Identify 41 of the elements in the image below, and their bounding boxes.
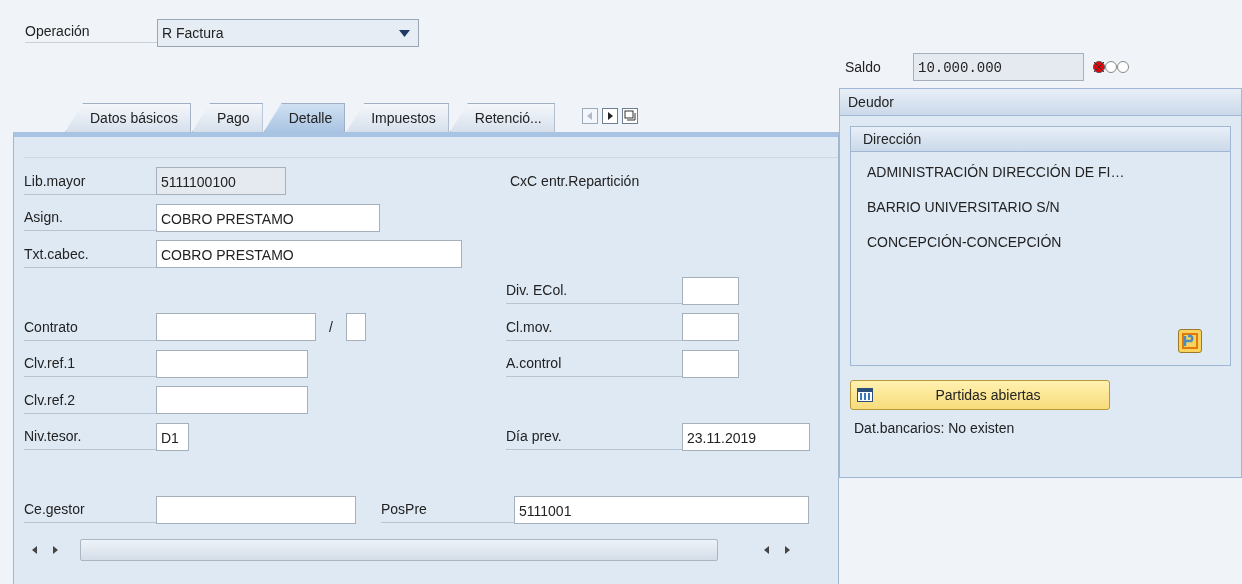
input-field[interactable] — [682, 313, 739, 342]
tab[interactable]: Datos básicos — [65, 103, 191, 132]
field-label: Saldo — [845, 59, 882, 75]
traffic-light-icon — [1092, 60, 1132, 74]
bank-info-text: Dat.bancarios: No existen — [854, 420, 1016, 436]
input-field[interactable] — [346, 313, 366, 342]
scroll-right-icon[interactable] — [601, 108, 618, 124]
open-items-button[interactable]: Partidas abiertas — [850, 380, 1110, 410]
input-field[interactable] — [682, 276, 739, 305]
input-field[interactable] — [156, 495, 356, 524]
address-line: ADMINISTRACIÓN DIRECCIÓN DE FI… — [866, 164, 1126, 182]
operation-dropdown[interactable]: R Factura — [157, 19, 419, 47]
panel-title: Deudor — [840, 89, 1241, 116]
input-field: 10.000.000 — [913, 53, 1084, 81]
input-field[interactable]: D1 — [156, 422, 189, 451]
input-field[interactable] — [682, 349, 739, 378]
input-field[interactable]: 5111100100 — [156, 167, 286, 196]
input-field[interactable]: 5111001 — [514, 495, 809, 524]
scroll-left-icon[interactable] — [762, 545, 772, 555]
input-field[interactable] — [156, 349, 308, 378]
scroll-right-icon[interactable] — [782, 545, 792, 555]
info-text: CxC entr.Repartición — [509, 172, 640, 192]
input-field[interactable]: COBRO PRESTAMO — [156, 203, 380, 232]
tab[interactable]: Impuestos — [346, 103, 449, 132]
scrollbar-thumb[interactable] — [80, 539, 718, 561]
input-field[interactable] — [156, 386, 308, 415]
tab[interactable]: Pago — [191, 103, 263, 132]
tab[interactable]: Detalle — [263, 103, 346, 132]
scroll-left-icon[interactable] — [30, 545, 40, 555]
separator-text: / — [328, 319, 334, 336]
input-field[interactable] — [156, 313, 316, 342]
panel-title: Dirección — [851, 127, 1230, 152]
address-line: CONCEPCIÓN-CONCEPCIÓN — [866, 234, 1063, 252]
input-field[interactable]: 23.11.2019 — [682, 422, 810, 451]
caret-icon — [399, 29, 410, 37]
tab[interactable]: Retenció... — [449, 103, 555, 132]
address-line: BARRIO UNIVERSITARIO S/N — [866, 199, 1061, 217]
table-icon — [857, 388, 873, 402]
scroll-right-icon[interactable] — [50, 545, 60, 555]
tab-list-icon[interactable] — [621, 108, 638, 124]
input-field[interactable]: COBRO PRESTAMO — [156, 240, 462, 269]
